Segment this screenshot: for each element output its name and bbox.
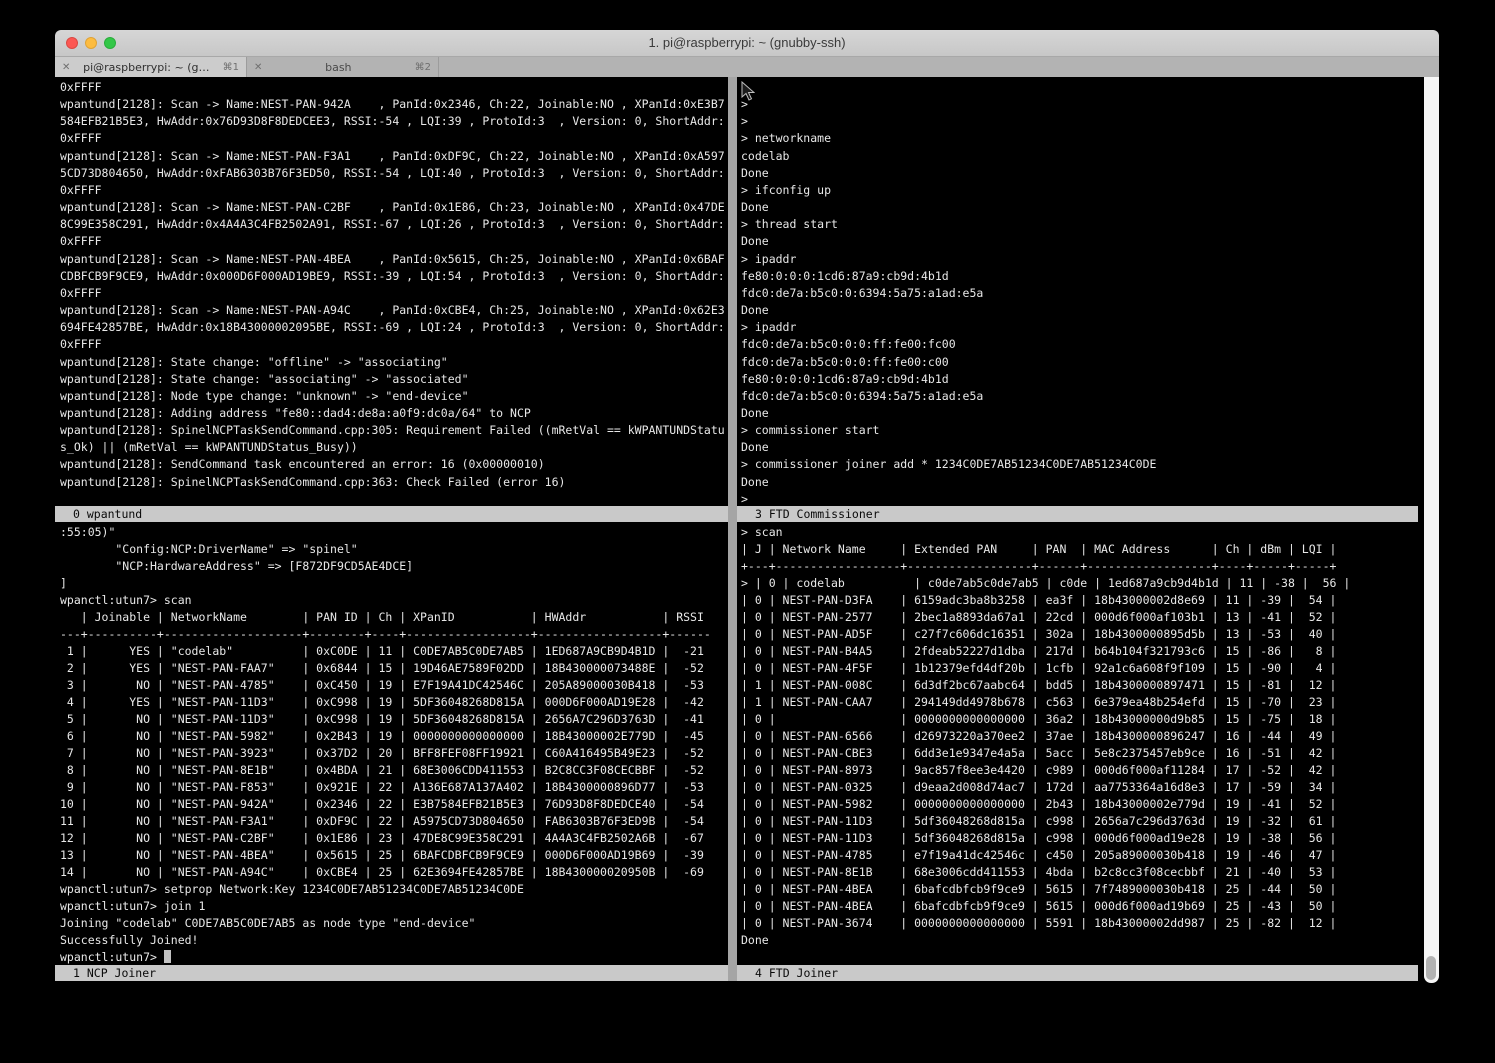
ftd-joiner-scan-output: > scan | J | Network Name | Extended PAN… bbox=[737, 522, 1424, 949]
tab-bash[interactable]: ✕ bash ⌘2 bbox=[247, 57, 439, 77]
tab-bar-filler bbox=[439, 57, 1439, 77]
tab-ssh-session[interactable]: ✕ pi@raspberrypi: ~ (g… ⌘1 bbox=[55, 57, 247, 77]
pane-caption-wpantund: 0 wpantund bbox=[55, 506, 737, 522]
tab-bar: ✕ pi@raspberrypi: ~ (g… ⌘1 ✕ bash ⌘2 bbox=[55, 57, 1439, 77]
scrollbar-thumb[interactable] bbox=[1426, 956, 1436, 980]
pane-caption-ftd-joiner: 4 FTD Joiner bbox=[737, 965, 1418, 981]
pane-ncp-joiner[interactable]: :55:05)" "Config:NCP:DriverName" => "spi… bbox=[55, 522, 728, 965]
terminal-content: 0xFFFF wpantund[2128]: Scan -> Name:NEST… bbox=[55, 77, 1439, 995]
terminal-window: 1. pi@raspberrypi: ~ (gnubby-ssh) ✕ pi@r… bbox=[55, 30, 1439, 995]
mouse-cursor bbox=[741, 81, 755, 101]
window-title: 1. pi@raspberrypi: ~ (gnubby-ssh) bbox=[55, 30, 1439, 57]
pane-divider bbox=[728, 77, 737, 981]
terminal-cursor bbox=[164, 950, 171, 963]
tab-shortcut: ⌘1 bbox=[217, 62, 239, 73]
wpanctl-prompt-line: wpanctl:utun7> bbox=[55, 949, 728, 965]
pane-caption-ftd-commissioner: 3 FTD Commissioner bbox=[737, 506, 1418, 522]
close-tab-icon[interactable]: ✕ bbox=[254, 62, 268, 73]
wpantund-log-output: 0xFFFF wpantund[2128]: Scan -> Name:NEST… bbox=[55, 77, 728, 491]
pane-ftd-joiner[interactable]: > scan | J | Network Name | Extended PAN… bbox=[737, 522, 1424, 965]
pane-caption-ncp-joiner: 1 NCP Joiner bbox=[55, 965, 737, 981]
title-bar[interactable]: 1. pi@raspberrypi: ~ (gnubby-ssh) bbox=[55, 30, 1439, 57]
ncp-joiner-scan-output: :55:05)" "Config:NCP:DriverName" => "spi… bbox=[55, 522, 728, 949]
tab-shortcut: ⌘2 bbox=[409, 62, 431, 73]
pane-ftd-commissioner[interactable]: > > > > networkname codelab Done > ifcon… bbox=[737, 77, 1424, 506]
scrollbar-track[interactable] bbox=[1424, 77, 1439, 983]
wpanctl-prompt: wpanctl:utun7> bbox=[60, 950, 164, 964]
tab-label: bash bbox=[268, 61, 409, 74]
tab-label: pi@raspberrypi: ~ (g… bbox=[76, 61, 217, 74]
pane-wpantund[interactable]: 0xFFFF wpantund[2128]: Scan -> Name:NEST… bbox=[55, 77, 728, 506]
close-tab-icon[interactable]: ✕ bbox=[62, 62, 76, 73]
ftd-commissioner-cli-output: > > > > networkname codelab Done > ifcon… bbox=[737, 77, 1424, 506]
